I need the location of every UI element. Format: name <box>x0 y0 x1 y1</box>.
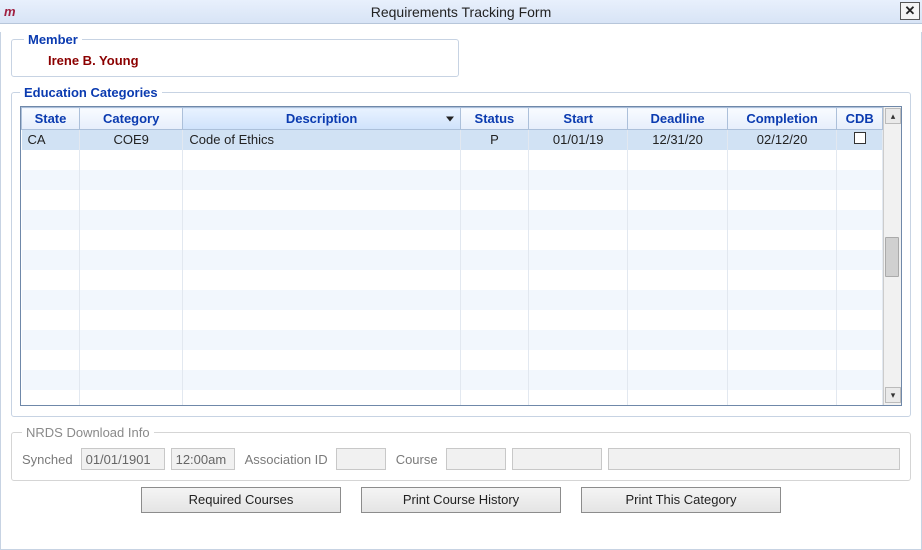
table-row-empty <box>22 330 883 350</box>
education-legend: Education Categories <box>20 85 162 100</box>
cell-cdb[interactable] <box>837 130 883 150</box>
cell-start: 01/01/19 <box>529 130 628 150</box>
cell-status: P <box>460 130 528 150</box>
close-button[interactable]: ✕ <box>900 2 920 20</box>
col-completion[interactable]: Completion <box>727 108 837 130</box>
print-course-history-button[interactable]: Print Course History <box>361 487 561 513</box>
association-id-label: Association ID <box>245 452 328 467</box>
course-field-a[interactable] <box>446 448 506 470</box>
scrollbar[interactable]: ▴ ▾ <box>883 107 901 405</box>
member-name: Irene B. Young <box>48 53 448 68</box>
course-field-b[interactable] <box>512 448 602 470</box>
title-bar: m Requirements Tracking Form ✕ <box>0 0 922 24</box>
table-row-empty <box>22 310 883 330</box>
cell-description: Code of Ethics <box>183 130 460 150</box>
table-row-empty <box>22 370 883 390</box>
dropdown-arrow-icon[interactable] <box>446 116 454 121</box>
col-description[interactable]: Description <box>183 108 460 130</box>
synched-date-field[interactable] <box>81 448 165 470</box>
scroll-up-icon[interactable]: ▴ <box>885 108 901 124</box>
nrds-legend: NRDS Download Info <box>22 425 154 440</box>
table-row[interactable]: CA COE9 Code of Ethics P 01/01/19 12/31/… <box>22 130 883 150</box>
col-start[interactable]: Start <box>529 108 628 130</box>
cell-completion: 02/12/20 <box>727 130 837 150</box>
button-row: Required Courses Print Course History Pr… <box>1 487 921 513</box>
main-area: Member Irene B. Young Education Categori… <box>0 32 922 550</box>
col-state[interactable]: State <box>22 108 80 130</box>
member-fieldset: Member Irene B. Young <box>11 32 459 77</box>
grid-header-row: State Category Description Status Start … <box>22 108 883 130</box>
education-grid: State Category Description Status Start … <box>20 106 902 406</box>
scroll-thumb[interactable] <box>885 237 899 277</box>
scroll-down-icon[interactable]: ▾ <box>885 387 901 403</box>
synched-time-field[interactable] <box>171 448 235 470</box>
table-row-empty <box>22 230 883 250</box>
checkbox-icon <box>854 132 866 144</box>
association-id-field[interactable] <box>336 448 386 470</box>
table-row-empty <box>22 170 883 190</box>
nrds-fieldset: NRDS Download Info Synched Association I… <box>11 425 911 481</box>
table-row-empty <box>22 390 883 406</box>
table-row-empty <box>22 290 883 310</box>
print-this-category-button[interactable]: Print This Category <box>581 487 781 513</box>
table-row-empty <box>22 210 883 230</box>
table-row-empty <box>22 350 883 370</box>
col-category[interactable]: Category <box>79 108 182 130</box>
table-row-empty <box>22 270 883 290</box>
col-cdb[interactable]: CDB <box>837 108 883 130</box>
cell-state: CA <box>22 130 80 150</box>
window-title: Requirements Tracking Form <box>371 4 552 20</box>
table-row-empty <box>22 150 883 170</box>
col-status[interactable]: Status <box>460 108 528 130</box>
app-icon: m <box>4 4 20 20</box>
course-field-c[interactable] <box>608 448 900 470</box>
required-courses-button[interactable]: Required Courses <box>141 487 341 513</box>
course-label: Course <box>396 452 438 467</box>
cell-deadline: 12/31/20 <box>628 130 727 150</box>
member-legend: Member <box>24 32 82 47</box>
cell-category: COE9 <box>79 130 182 150</box>
col-deadline[interactable]: Deadline <box>628 108 727 130</box>
table-row-empty <box>22 250 883 270</box>
education-fieldset: Education Categories <box>11 85 911 417</box>
synched-label: Synched <box>22 452 73 467</box>
table-row-empty <box>22 190 883 210</box>
